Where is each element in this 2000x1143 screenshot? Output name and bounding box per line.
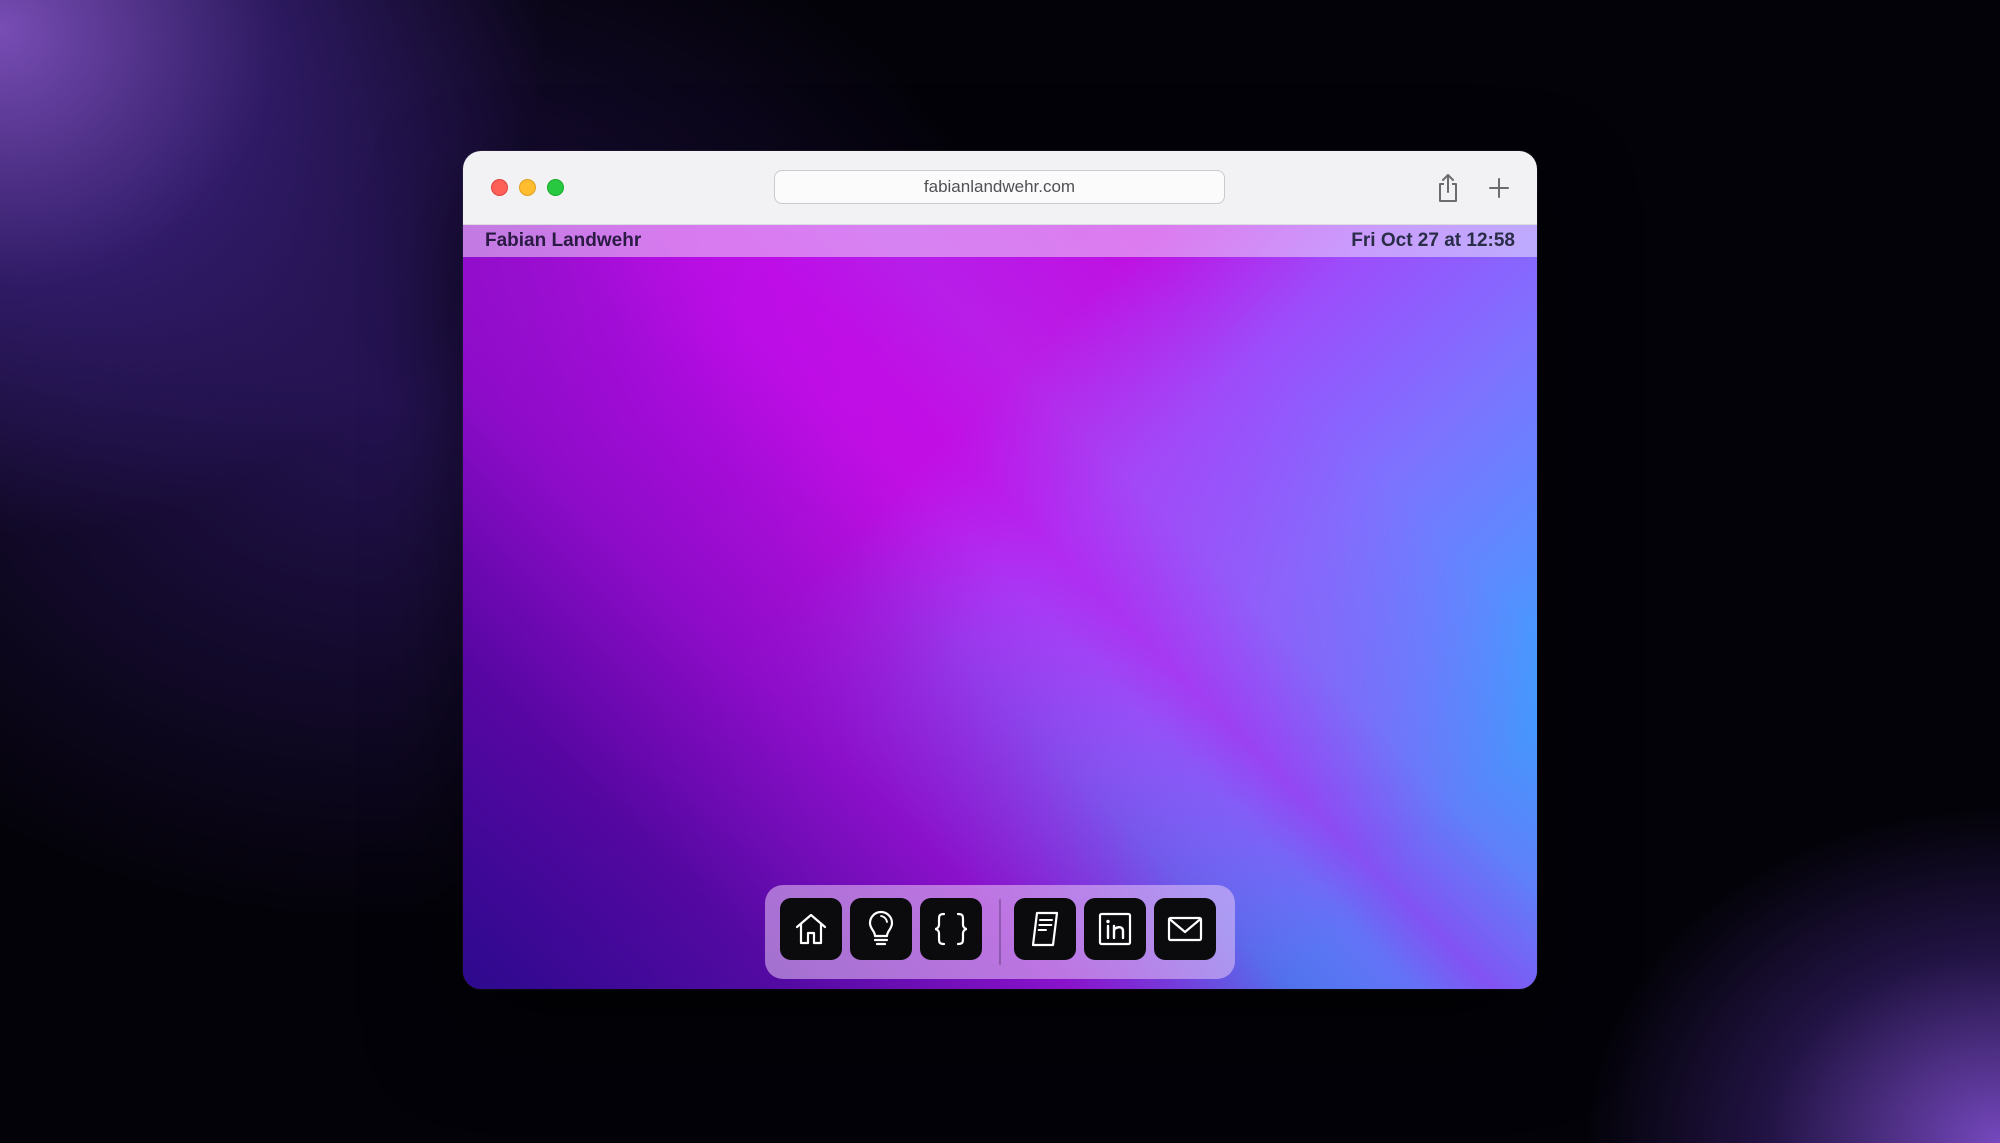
dock-item-home[interactable] <box>780 898 842 960</box>
address-bar-url: fabianlandwehr.com <box>923 177 1076 196</box>
address-bar[interactable]: fabianlandwehr.com <box>774 170 1225 204</box>
home-icon <box>795 913 827 945</box>
dock-item-linkedin[interactable] <box>1084 898 1146 960</box>
site-owner-name[interactable]: Fabian Landwehr <box>485 230 641 252</box>
dock <box>765 885 1235 979</box>
dock-item-email[interactable] <box>1154 898 1216 960</box>
share-icon <box>1439 174 1457 202</box>
dock-item-projects[interactable] <box>920 898 982 960</box>
close-window-button[interactable] <box>491 179 508 196</box>
plus-icon <box>1489 178 1509 198</box>
menubar-clock: Fri Oct 27 at 12:58 <box>1351 230 1515 251</box>
curly-braces-icon <box>934 912 968 946</box>
dock-item-ideas[interactable] <box>850 898 912 960</box>
browser-toolbar: fabianlandwehr.com <box>463 151 1537 225</box>
dock-item-resume[interactable] <box>1014 898 1076 960</box>
lightbulb-icon <box>868 910 894 946</box>
new-tab-button[interactable] <box>1482 171 1516 205</box>
page-content: Fabian Landwehr Fri Oct 27 at 12:58 <box>463 225 1537 989</box>
zoom-window-button[interactable] <box>547 179 564 196</box>
browser-window: fabianlandwehr.com Fabian Landwehr Fri O… <box>463 151 1537 989</box>
mail-icon <box>1167 916 1203 942</box>
linkedin-icon <box>1098 912 1132 946</box>
site-menubar: Fabian Landwehr Fri Oct 27 at 12:58 <box>463 225 1537 257</box>
document-icon <box>1031 911 1059 947</box>
dock-separator <box>999 899 1001 965</box>
share-button[interactable] <box>1431 171 1465 205</box>
minimize-window-button[interactable] <box>519 179 536 196</box>
